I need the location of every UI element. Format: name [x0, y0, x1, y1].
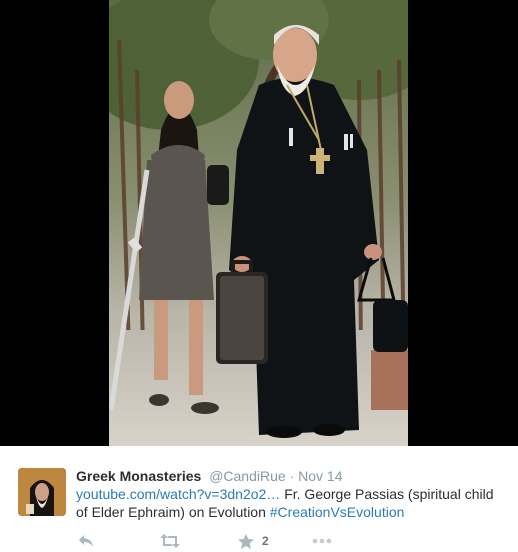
- media-photo[interactable]: [109, 0, 408, 446]
- more-button[interactable]: [312, 538, 332, 544]
- author-handle[interactable]: @CandiRue: [209, 468, 285, 484]
- retweet-button[interactable]: [160, 534, 238, 548]
- tweet-media[interactable]: [0, 0, 518, 446]
- tweet-header: Greek Monasteries @CandiRue · Nov 14: [76, 467, 510, 485]
- reply-button[interactable]: [78, 534, 160, 548]
- tweet-timestamp[interactable]: Nov 14: [298, 468, 342, 484]
- photo-image: [109, 0, 408, 446]
- tweet-text: youtube.com/watch?v=3dn2o2… Fr. George P…: [76, 485, 506, 521]
- retweet-icon: [160, 534, 180, 548]
- youtube-link[interactable]: youtube.com/watch?v=3dn2o2…: [76, 486, 280, 502]
- star-icon: [238, 533, 254, 549]
- more-icon: [312, 538, 332, 544]
- favorite-button[interactable]: 2: [238, 533, 312, 549]
- separator-dot: ·: [289, 468, 295, 484]
- tweet-actions: 2: [78, 532, 332, 550]
- avatar-image: [18, 468, 66, 516]
- favorite-count: 2: [262, 534, 269, 548]
- reply-icon: [79, 535, 93, 547]
- tweet[interactable]: Greek Monasteries @CandiRue · Nov 14 you…: [0, 446, 518, 552]
- hashtag-link[interactable]: #CreationVsEvolution: [270, 504, 405, 520]
- avatar[interactable]: [18, 468, 66, 516]
- author-fullname[interactable]: Greek Monasteries: [76, 468, 201, 484]
